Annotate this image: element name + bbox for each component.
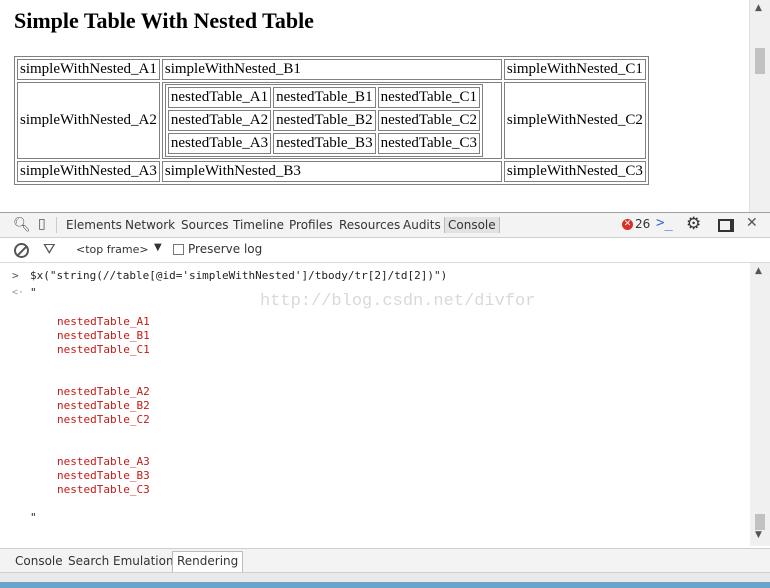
output-chevron-icon: <· xyxy=(12,287,25,298)
table-cell: simpleWithNested_C3 xyxy=(503,161,646,182)
result-line: nestedTable_B3 xyxy=(57,469,150,482)
table-cell: simpleWithNested_C1 xyxy=(503,59,646,80)
table-cell: simpleWithNested_B3 xyxy=(161,161,502,182)
console-filter-bar: ⛛ <top frame> ▼ Preserve log xyxy=(0,238,770,263)
result-line: nestedTable_B1 xyxy=(57,329,150,342)
dock-side-icon[interactable] xyxy=(718,219,734,232)
error-count[interactable]: 26 xyxy=(635,217,650,231)
result-line: nestedTable_C3 xyxy=(57,483,150,496)
simple-with-nested-table: simpleWithNested_A1 simpleWithNested_B1 … xyxy=(14,56,649,185)
table-row: simpleWithNested_A2 nestedTable_A1 neste… xyxy=(17,82,646,159)
nested-table-cell: nestedTable_A1 xyxy=(167,87,272,108)
clear-console-icon[interactable] xyxy=(14,243,29,258)
scroll-up-arrow-icon[interactable]: ▲ xyxy=(755,266,762,276)
taskbar-strip xyxy=(0,582,770,588)
close-icon[interactable]: ✕ xyxy=(746,215,758,231)
filter-icon[interactable]: ⛛ xyxy=(43,240,56,258)
preserve-log-checkbox[interactable] xyxy=(173,244,184,255)
drawer-tab-console[interactable]: Console xyxy=(15,554,63,568)
nested-table-row: nestedTable_A3 nestedTable_B3 nestedTabl… xyxy=(167,133,481,154)
console-command: $x("string(//table[@id='simpleWithNested… xyxy=(30,269,448,282)
nested-table-cell: nestedTable_C3 xyxy=(377,133,481,154)
nested-table-cell: nestedTable_A3 xyxy=(167,133,272,154)
nested-table-cell: nestedTable_B2 xyxy=(273,110,376,131)
console-scrollbar[interactable]: ▲ ▼ xyxy=(750,263,770,546)
result-quote-open: " xyxy=(30,286,37,299)
nested-table-cell: nestedTable_B1 xyxy=(273,87,376,108)
page-scrollbar[interactable]: ▲ xyxy=(749,0,770,212)
frame-select[interactable]: <top frame> xyxy=(76,243,149,256)
result-line: nestedTable_A3 xyxy=(57,455,150,468)
table-cell: simpleWithNested_A2 xyxy=(17,82,160,159)
toolbar-divider xyxy=(56,217,57,233)
nested-table-row: nestedTable_A1 nestedTable_B1 nestedTabl… xyxy=(167,87,481,108)
table-cell: simpleWithNested_B1 xyxy=(161,59,502,80)
page-scrollbar-thumb[interactable] xyxy=(755,48,765,74)
result-line: nestedTable_A2 xyxy=(57,385,150,398)
error-icon[interactable]: ✕ xyxy=(622,219,633,230)
drawer-tabs: Console Search Emulation Rendering xyxy=(0,548,770,573)
scroll-down-arrow-icon[interactable]: ▼ xyxy=(755,530,762,540)
table-cell: simpleWithNested_C2 xyxy=(503,82,646,159)
result-quote-close: " xyxy=(30,511,37,524)
result-line: nestedTable_B2 xyxy=(57,399,150,412)
table-row: simpleWithNested_A1 simpleWithNested_B1 … xyxy=(17,59,646,80)
preserve-log-label: Preserve log xyxy=(188,242,263,256)
show-drawer-icon[interactable]: >_ xyxy=(656,215,673,231)
tab-sources[interactable]: Sources xyxy=(181,217,228,233)
result-line: nestedTable_C1 xyxy=(57,343,150,356)
drawer-tab-search[interactable]: Search xyxy=(68,554,109,568)
inspect-element-icon[interactable]: 🔍︎ xyxy=(13,216,31,234)
devtools-toolbar: 🔍︎ ▯ Elements Network Sources Timeline P… xyxy=(0,213,770,238)
nested-table-cell: nestedTable_C1 xyxy=(377,87,481,108)
page-viewport: Simple Table With Nested Table simpleWit… xyxy=(0,0,770,212)
nested-table-cell: nestedTable_B3 xyxy=(273,133,376,154)
result-line: nestedTable_A1 xyxy=(57,315,150,328)
tab-audits[interactable]: Audits xyxy=(403,217,441,233)
table-row: simpleWithNested_A3 simpleWithNested_B3 … xyxy=(17,161,646,182)
watermark: http://blog.csdn.net/divfor xyxy=(260,292,536,311)
tab-timeline[interactable]: Timeline xyxy=(233,217,284,233)
devtools-panel: 🔍︎ ▯ Elements Network Sources Timeline P… xyxy=(0,212,770,588)
table-cell: simpleWithNested_A3 xyxy=(17,161,160,182)
tab-resources[interactable]: Resources xyxy=(339,217,400,233)
table-cell-nested-container: nestedTable_A1 nestedTable_B1 nestedTabl… xyxy=(161,82,502,159)
drawer-tab-rendering[interactable]: Rendering xyxy=(172,551,244,572)
input-chevron-icon: > xyxy=(12,269,19,282)
table-cell: simpleWithNested_A1 xyxy=(17,59,160,80)
nested-table-row: nestedTable_A2 nestedTable_B2 nestedTabl… xyxy=(167,110,481,131)
chevron-down-icon[interactable]: ▼ xyxy=(154,242,162,253)
nested-table-cell: nestedTable_C2 xyxy=(377,110,481,131)
nested-table: nestedTable_A1 nestedTable_B1 nestedTabl… xyxy=(164,84,484,157)
scroll-up-arrow-icon[interactable]: ▲ xyxy=(755,3,762,13)
result-line: nestedTable_C2 xyxy=(57,413,150,426)
drawer-tab-emulation[interactable]: Emulation xyxy=(113,554,174,568)
gear-icon[interactable]: ⚙ xyxy=(686,214,701,234)
tab-elements[interactable]: Elements xyxy=(66,217,122,233)
tab-console[interactable]: Console xyxy=(444,217,500,233)
console-output[interactable]: > $x("string(//table[@id='simpleWithNest… xyxy=(0,263,750,546)
tab-network[interactable]: Network xyxy=(125,217,175,233)
page-title: Simple Table With Nested Table xyxy=(14,8,314,33)
console-scrollbar-thumb[interactable] xyxy=(755,514,765,530)
nested-table-cell: nestedTable_A2 xyxy=(167,110,272,131)
device-mode-icon[interactable]: ▯ xyxy=(38,215,46,233)
tab-profiles[interactable]: Profiles xyxy=(289,217,333,233)
